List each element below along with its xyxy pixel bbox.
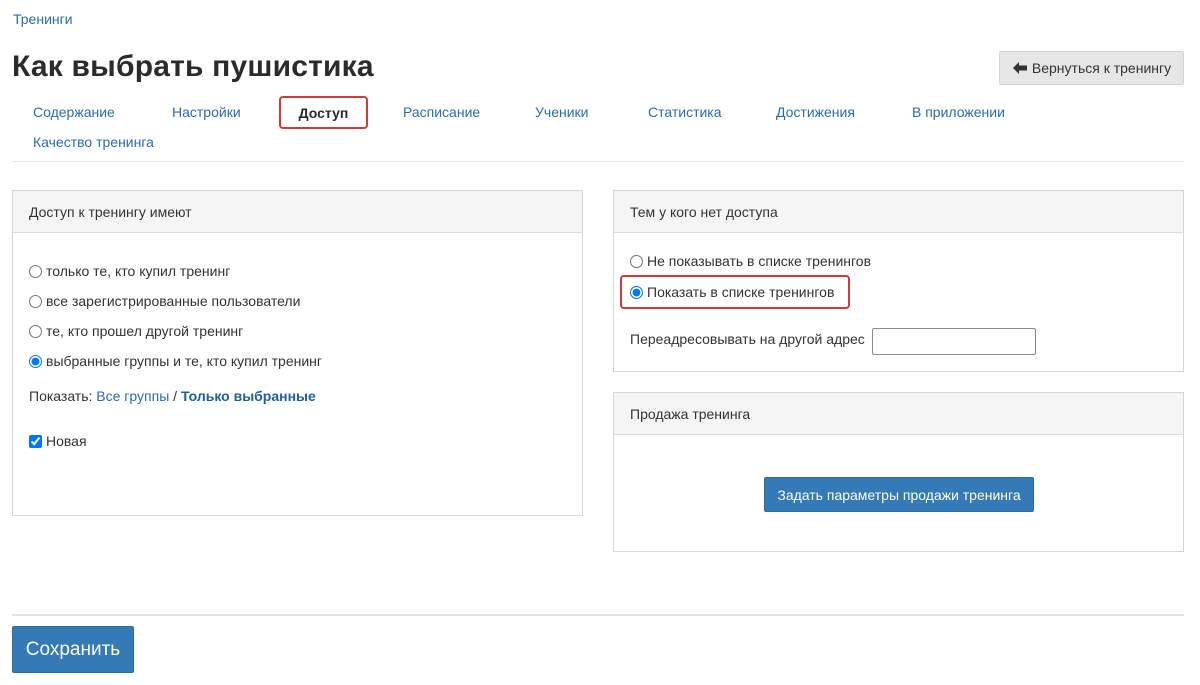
- breadcrumb-link-trainings[interactable]: Тренинги: [13, 11, 73, 27]
- groups-filter-prefix: Показать:: [29, 388, 93, 404]
- no-access-option-show[interactable]: Показать в списке тренингов: [630, 284, 834, 300]
- tab-content[interactable]: Содержание: [33, 104, 115, 120]
- arrow-left-icon: [1012, 61, 1028, 75]
- redirect-label: Переадресовывать на другой адрес: [630, 331, 865, 347]
- tab-bar: Содержание Настройки Доступ Расписание У…: [12, 96, 1184, 162]
- access-option-label: все зарегистрированные пользователи: [46, 293, 301, 309]
- access-option-label: только те, кто купил тренинг: [46, 263, 231, 279]
- tab-statistics[interactable]: Статистика: [648, 104, 722, 120]
- tab-settings[interactable]: Настройки: [172, 104, 241, 120]
- access-panel-title: Доступ к тренингу имеют: [13, 191, 582, 233]
- no-access-radio-hide[interactable]: [630, 254, 643, 268]
- groups-filter-line: Показать: Все группы / Только выбранные: [29, 388, 316, 404]
- access-option-purchased[interactable]: только те, кто купил тренинг: [29, 263, 230, 279]
- all-groups-link[interactable]: Все группы: [96, 388, 169, 404]
- tab-training-quality[interactable]: Качество тренинга: [33, 134, 154, 150]
- access-option-other-training[interactable]: те, кто прошел другой тренинг: [29, 323, 243, 339]
- group-checkbox[interactable]: [29, 434, 42, 448]
- footer-divider: [12, 614, 1184, 616]
- access-radio-groups-and-purchased[interactable]: [29, 354, 42, 368]
- sale-panel: Продажа тренинга Задать параметры продаж…: [613, 392, 1184, 552]
- access-option-groups-and-purchased[interactable]: выбранные группы и те, кто купил тренинг: [29, 353, 322, 369]
- access-radio-registered[interactable]: [29, 294, 42, 308]
- no-access-panel: Тем у кого нет доступа Не показывать в с…: [613, 190, 1184, 372]
- groups-filter-separator: /: [173, 388, 178, 404]
- tab-in-app[interactable]: В приложении: [912, 104, 1005, 120]
- only-selected-link[interactable]: Только выбранные: [181, 388, 316, 404]
- set-sale-params-button[interactable]: Задать параметры продажи тренинга: [764, 477, 1034, 512]
- no-access-radio-show[interactable]: [630, 285, 643, 299]
- no-access-option-label: Не показывать в списке тренингов: [647, 253, 872, 269]
- back-to-training-button[interactable]: Вернуться к тренингу: [999, 51, 1184, 85]
- sale-panel-title: Продажа тренинга: [614, 393, 1183, 435]
- tab-access[interactable]: Доступ: [279, 96, 368, 129]
- tab-schedule[interactable]: Расписание: [403, 104, 480, 120]
- tab-achievements[interactable]: Достижения: [776, 104, 855, 120]
- access-panel: Доступ к тренингу имеют только те, кто к…: [12, 190, 583, 516]
- access-option-label: те, кто прошел другой тренинг: [46, 323, 244, 339]
- no-access-option-label: Показать в списке тренингов: [647, 284, 835, 300]
- page-title: Как выбрать пушистика: [12, 50, 374, 83]
- redirect-url-input[interactable]: [872, 328, 1036, 355]
- access-radio-purchased[interactable]: [29, 264, 42, 278]
- tab-students[interactable]: Ученики: [535, 104, 588, 120]
- access-radio-other-training[interactable]: [29, 324, 42, 338]
- no-access-panel-title: Тем у кого нет доступа: [614, 191, 1183, 233]
- back-to-training-label: Вернуться к тренингу: [1031, 60, 1172, 76]
- no-access-option-hide[interactable]: Не показывать в списке тренингов: [630, 253, 871, 269]
- save-button[interactable]: Сохранить: [12, 626, 134, 673]
- group-checkbox-label: Новая: [46, 433, 87, 449]
- access-option-registered[interactable]: все зарегистрированные пользователи: [29, 293, 300, 309]
- group-checkbox-item[interactable]: Новая: [29, 433, 87, 449]
- access-option-label: выбранные группы и те, кто купил тренинг: [46, 353, 323, 369]
